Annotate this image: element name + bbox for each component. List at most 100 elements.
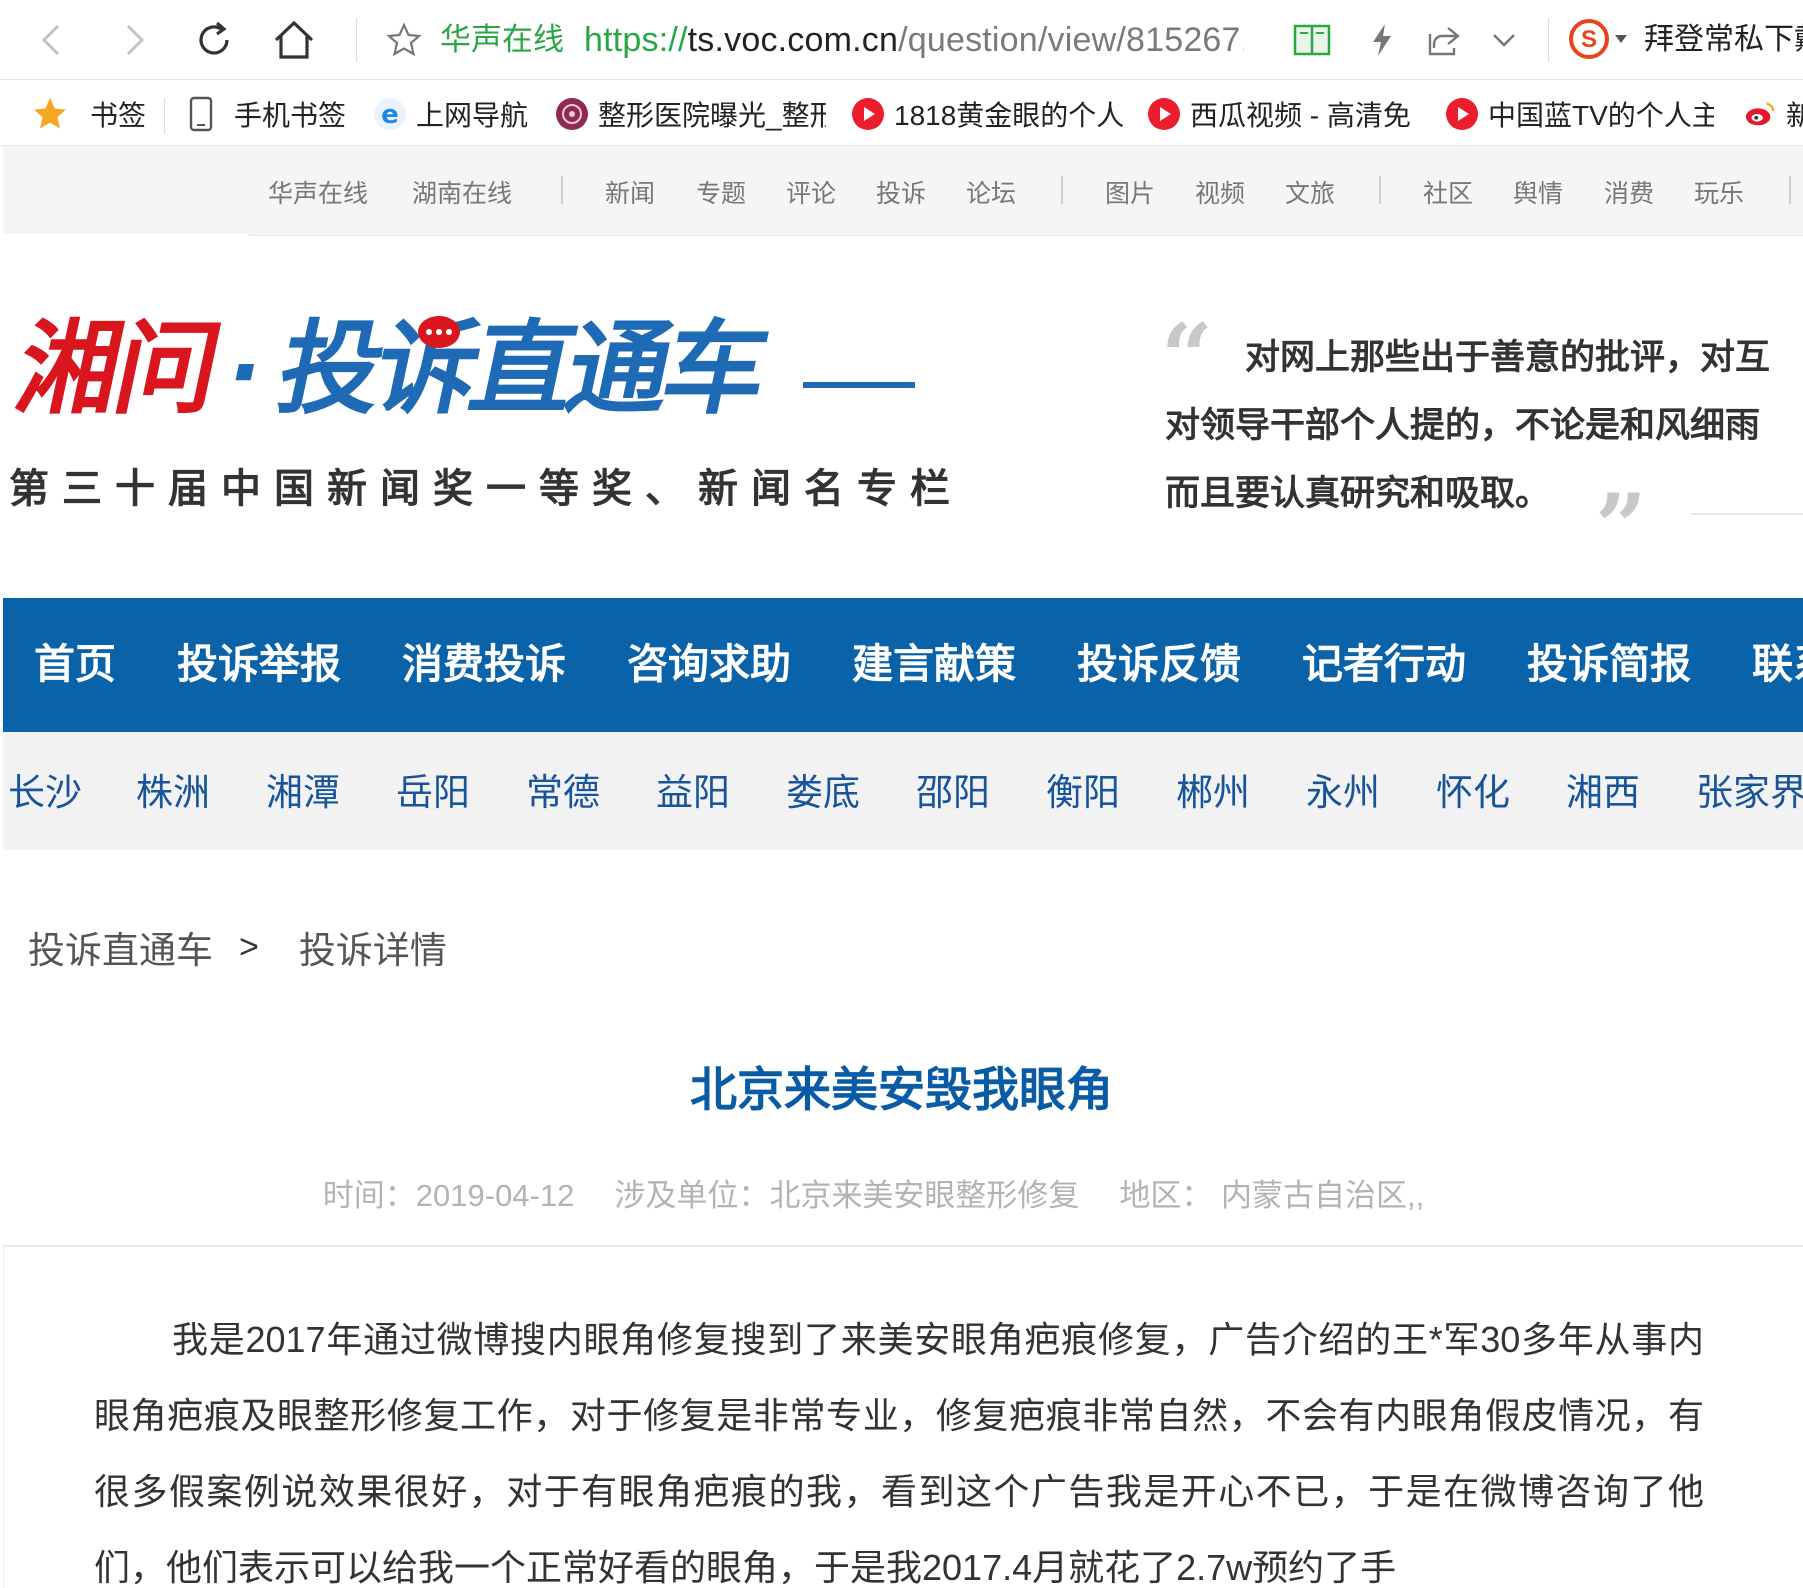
video-play-icon xyxy=(852,98,884,130)
bookmark-item-cztv[interactable]: 中国蓝TV的个人主 xyxy=(1446,94,1714,134)
quote-line-2: 对领导干部个人提的，不论是和风细雨 xyxy=(1165,405,1761,446)
bookmark-label: 上网导航 xyxy=(416,100,529,131)
back-button[interactable] xyxy=(26,14,78,66)
video-play-icon xyxy=(1148,98,1180,130)
bookmark-item-hospital[interactable]: 整形医院曝光_整形 xyxy=(556,94,826,134)
more-dropdown-button[interactable] xyxy=(1482,18,1526,62)
chevron-right-icon xyxy=(126,24,145,56)
bookmark-item-1818[interactable]: 1818黄金眼的个人 xyxy=(852,94,1124,134)
bookmark-item-xigua[interactable]: 西瓜视频 - 高清免 xyxy=(1148,94,1416,134)
top-strip-divider xyxy=(1789,176,1791,204)
nav-contact[interactable]: 联系 xyxy=(1752,636,1803,692)
city-zhuzhou[interactable]: 株洲 xyxy=(136,770,210,816)
toolbar-divider xyxy=(1548,18,1549,62)
top-link-hunan[interactable]: 湖南在线 xyxy=(412,174,512,210)
bookmark-label: 整形医院曝光_整形 xyxy=(598,100,826,131)
breadcrumb-root[interactable]: 投诉直通车 xyxy=(28,920,213,974)
nav-suggestion[interactable]: 建言献策 xyxy=(852,636,1016,692)
top-link-voc[interactable]: 华声在线 xyxy=(268,174,368,210)
logo-text-red: 湘问 xyxy=(6,310,227,424)
city-zhangjiajie[interactable]: 张家界 xyxy=(1696,770,1803,816)
bookmark-label: 西瓜视频 - 高清免 xyxy=(1190,100,1411,131)
top-link-fun[interactable]: 玩乐 xyxy=(1694,174,1744,210)
top-link-forum[interactable]: 论坛 xyxy=(966,174,1016,210)
bookmark-item-weibo[interactable]: 新 xyxy=(1744,94,1803,134)
speech-bubble-icon xyxy=(418,316,460,348)
bookmark-item-bookmarks[interactable]: 书签 xyxy=(32,94,148,134)
site-header: 湘问 · 投诉直通车 第三十届中国新闻奖一等奖、新闻名专栏 “ 对网上那些出于善… xyxy=(3,236,1803,598)
city-shaoyang[interactable]: 邵阳 xyxy=(916,770,990,816)
bookmark-item-navigation[interactable]: e 上网导航 xyxy=(374,94,534,134)
svg-text:S: S xyxy=(1581,26,1597,53)
ie-icon: e xyxy=(374,98,406,130)
speed-mode-button[interactable] xyxy=(1360,18,1404,62)
top-link-photos[interactable]: 图片 xyxy=(1105,174,1155,210)
bookmark-label: 书签 xyxy=(90,100,147,131)
site-logo[interactable]: 湘问 · 投诉直通车 xyxy=(3,304,923,424)
logo-dot: · xyxy=(218,322,272,423)
nav-feedback[interactable]: 投诉反馈 xyxy=(1077,636,1241,692)
nav-consult[interactable]: 咨询求助 xyxy=(627,636,791,692)
city-loudi[interactable]: 娄底 xyxy=(786,770,860,816)
weibo-icon xyxy=(1744,98,1776,130)
quote-open-icon: “ xyxy=(1161,304,1213,410)
quote-close-icon: ” xyxy=(1595,474,1647,580)
top-link-video[interactable]: 视频 xyxy=(1195,174,1245,210)
city-chenzhou[interactable]: 郴州 xyxy=(1176,770,1250,816)
city-hengyang[interactable]: 衡阳 xyxy=(1046,770,1120,816)
bookmark-star-button[interactable] xyxy=(382,18,426,62)
reload-button[interactable] xyxy=(188,14,240,66)
browser-toolbar: 华声在线 https://ts.voc.com.cn/question/view… xyxy=(0,0,1803,80)
quote-line-1: 对网上那些出于善意的批评，对互 xyxy=(1245,337,1771,378)
video-play-icon xyxy=(1446,98,1478,130)
search-engine-selector[interactable]: S xyxy=(1568,18,1628,60)
svg-text:e: e xyxy=(381,100,399,129)
nav-briefing[interactable]: 投诉简报 xyxy=(1527,636,1691,692)
reader-mode-button[interactable] xyxy=(1290,18,1334,62)
nav-consumer-complaint[interactable]: 消费投诉 xyxy=(402,636,566,692)
breadcrumb-separator: > xyxy=(239,927,259,966)
nav-reporter-action[interactable]: 记者行动 xyxy=(1302,636,1466,692)
top-link-consumer[interactable]: 消费 xyxy=(1604,174,1654,210)
city-yueyang[interactable]: 岳阳 xyxy=(396,770,470,816)
article-unit: 涉及单位：北京来美安眼整形修复 xyxy=(614,1178,1080,1213)
nav-report[interactable]: 投诉举报 xyxy=(177,636,341,692)
city-huaihua[interactable]: 怀化 xyxy=(1436,770,1510,816)
top-link-news[interactable]: 新闻 xyxy=(605,174,655,210)
article-body: 我是2017年通过微博搜内眼角修复搜到了来美安眼角疤痕修复，广告介绍的王*军30… xyxy=(94,1319,1704,1588)
toolbar-divider xyxy=(356,18,357,62)
hospital-icon xyxy=(556,98,588,130)
nav-home[interactable]: 首页 xyxy=(34,636,116,692)
top-link-comment[interactable]: 评论 xyxy=(786,174,836,210)
logo-subtitle: 第三十届中国新闻奖一等奖、新闻名专栏 xyxy=(9,465,963,512)
city-changsha[interactable]: 长沙 xyxy=(8,770,82,816)
forward-button[interactable] xyxy=(108,14,160,66)
chevron-left-icon xyxy=(41,24,60,56)
top-link-opinion[interactable]: 舆情 xyxy=(1513,174,1563,210)
top-link-topics[interactable]: 专题 xyxy=(696,174,746,210)
bookmark-item-mobile[interactable]: 手机书签 xyxy=(188,94,350,134)
url-path: /question/view/815267. xyxy=(898,21,1244,59)
bookmark-label: 中国蓝TV的个人主 xyxy=(1488,100,1714,131)
top-link-community[interactable]: 社区 xyxy=(1423,174,1473,210)
address-site-name[interactable]: 华声在线 xyxy=(440,20,564,60)
sogou-icon: S xyxy=(1569,19,1609,59)
city-yongzhou[interactable]: 永州 xyxy=(1306,770,1380,816)
star-outline-icon xyxy=(386,22,422,57)
article-region: 地区： 内蒙古自治区,, xyxy=(1119,1178,1425,1213)
star-icon xyxy=(34,98,66,129)
search-box-text[interactable]: 拜登常私下戴 xyxy=(1644,20,1803,60)
breadcrumb: 投诉直通车 > 投诉详情 xyxy=(28,920,447,974)
home-button[interactable] xyxy=(268,14,320,66)
top-link-complaint[interactable]: 投诉 xyxy=(876,174,926,210)
breadcrumb-current: 投诉详情 xyxy=(298,930,447,971)
share-button[interactable] xyxy=(1422,18,1466,62)
city-changde[interactable]: 常德 xyxy=(526,770,600,816)
top-strip-divider xyxy=(1061,176,1063,204)
address-url[interactable]: https://ts.voc.com.cn/question/view/8152… xyxy=(584,20,1244,60)
city-yiyang[interactable]: 益阳 xyxy=(656,770,730,816)
city-xiangtan[interactable]: 湘潭 xyxy=(266,770,340,816)
lightning-icon xyxy=(1373,24,1391,56)
city-xiangxi[interactable]: 湘西 xyxy=(1566,770,1640,816)
top-link-tourism[interactable]: 文旅 xyxy=(1285,174,1335,210)
